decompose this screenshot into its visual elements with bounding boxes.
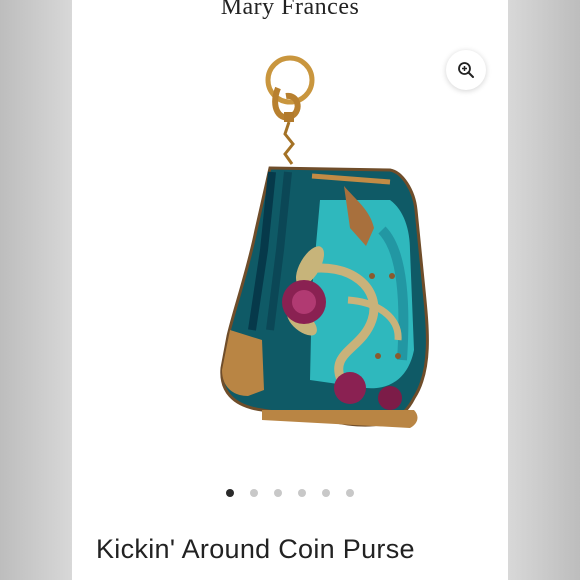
zoom-button[interactable] bbox=[446, 50, 486, 90]
carousel-dot[interactable] bbox=[322, 489, 330, 497]
carousel-dot[interactable] bbox=[298, 489, 306, 497]
product-panel: Mary Frances Kickin' Around Coin Purse bbox=[72, 0, 508, 580]
right-backdrop bbox=[508, 0, 580, 580]
keyring-icon bbox=[265, 55, 315, 165]
product-image-boot-purse[interactable] bbox=[152, 50, 452, 450]
carousel-dot[interactable] bbox=[274, 489, 282, 497]
brand-name: Mary Frances bbox=[220, 0, 360, 20]
carousel-dot[interactable] bbox=[250, 489, 258, 497]
carousel-dot[interactable] bbox=[226, 489, 234, 497]
carousel-dot[interactable] bbox=[346, 489, 354, 497]
zoom-in-icon bbox=[458, 62, 474, 78]
left-backdrop bbox=[0, 0, 72, 580]
carousel-indicators bbox=[218, 489, 368, 499]
product-title: Kickin' Around Coin Purse bbox=[96, 534, 415, 564]
boot-body bbox=[220, 166, 429, 428]
